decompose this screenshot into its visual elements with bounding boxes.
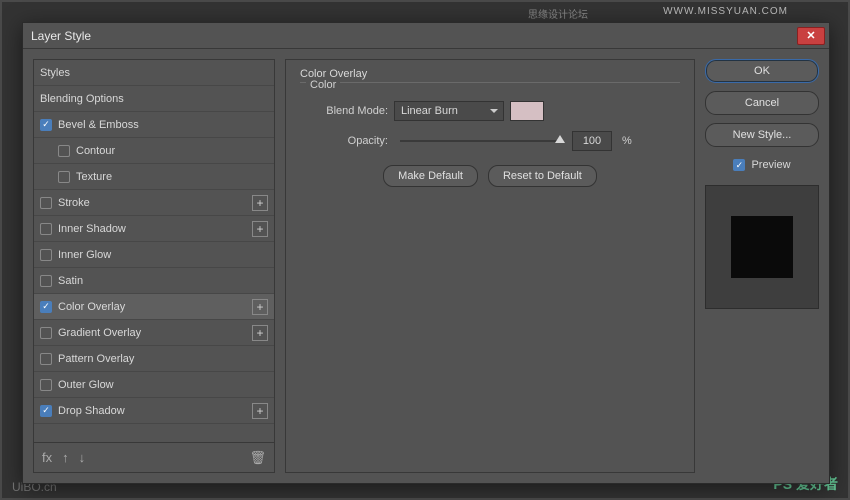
sidebar-item-outer-glow[interactable]: Outer Glow bbox=[34, 372, 274, 398]
opacity-label: Opacity: bbox=[300, 135, 388, 147]
effects-footer: fx ↑ ↓ 🗑 bbox=[34, 442, 274, 472]
sidebar-item-color-overlay[interactable]: Color Overlay + bbox=[34, 294, 274, 320]
dialog-title: Layer Style bbox=[31, 29, 91, 43]
stroke-label: Stroke bbox=[58, 197, 252, 209]
trash-icon[interactable]: 🗑 bbox=[249, 450, 266, 466]
opacity-input[interactable] bbox=[572, 131, 612, 151]
color-swatch[interactable] bbox=[510, 101, 544, 121]
drop-shadow-label: Drop Shadow bbox=[58, 405, 252, 417]
blend-mode-label: Blend Mode: bbox=[300, 105, 388, 117]
preview-canvas bbox=[705, 185, 819, 309]
watermark-top-center: 思缘设计论坛 bbox=[528, 6, 588, 21]
color-group-label: Color bbox=[306, 79, 340, 91]
styles-label: Styles bbox=[40, 67, 268, 79]
stroke-checkbox[interactable] bbox=[40, 197, 52, 209]
cancel-button[interactable]: Cancel bbox=[705, 91, 819, 115]
settings-panel: Color Overlay Color Blend Mode: Linear B… bbox=[285, 59, 695, 473]
preview-toggle[interactable]: Preview bbox=[705, 159, 819, 171]
inner-glow-checkbox[interactable] bbox=[40, 249, 52, 261]
blend-mode-select[interactable]: Linear Burn bbox=[394, 101, 504, 121]
opacity-slider[interactable] bbox=[400, 140, 560, 142]
effects-sidebar: Styles Blending Options Bevel & Emboss C… bbox=[33, 59, 275, 473]
add-drop-shadow-icon[interactable]: + bbox=[252, 403, 268, 419]
move-up-icon[interactable]: ↑ bbox=[62, 450, 69, 465]
drop-shadow-checkbox[interactable] bbox=[40, 405, 52, 417]
satin-label: Satin bbox=[58, 275, 268, 287]
layer-style-dialog: Layer Style ✕ Styles Blending Options Be bbox=[22, 22, 830, 484]
outer-glow-checkbox[interactable] bbox=[40, 379, 52, 391]
sidebar-item-styles[interactable]: Styles bbox=[34, 60, 274, 86]
add-stroke-icon[interactable]: + bbox=[252, 195, 268, 211]
color-overlay-label: Color Overlay bbox=[58, 301, 252, 313]
add-color-overlay-icon[interactable]: + bbox=[252, 299, 268, 315]
add-inner-shadow-icon[interactable]: + bbox=[252, 221, 268, 237]
opacity-unit: % bbox=[622, 135, 632, 147]
sidebar-item-inner-shadow[interactable]: Inner Shadow + bbox=[34, 216, 274, 242]
inner-glow-label: Inner Glow bbox=[58, 249, 268, 261]
watermark-top-right: WWW.MISSYUAN.COM bbox=[663, 6, 788, 17]
reset-default-button[interactable]: Reset to Default bbox=[488, 165, 597, 187]
sidebar-item-drop-shadow[interactable]: Drop Shadow + bbox=[34, 398, 274, 424]
sidebar-item-stroke[interactable]: Stroke + bbox=[34, 190, 274, 216]
contour-label: Contour bbox=[76, 145, 268, 157]
gradient-overlay-checkbox[interactable] bbox=[40, 327, 52, 339]
ok-button[interactable]: OK bbox=[705, 59, 819, 83]
preview-swatch bbox=[731, 216, 793, 278]
close-icon: ✕ bbox=[806, 29, 815, 42]
sidebar-item-gradient-overlay[interactable]: Gradient Overlay + bbox=[34, 320, 274, 346]
new-style-button[interactable]: New Style... bbox=[705, 123, 819, 147]
outer-glow-label: Outer Glow bbox=[58, 379, 268, 391]
fx-menu-icon[interactable]: fx bbox=[42, 450, 52, 465]
pattern-overlay-checkbox[interactable] bbox=[40, 353, 52, 365]
action-panel: OK Cancel New Style... Preview bbox=[705, 59, 819, 473]
sidebar-item-blending-options[interactable]: Blending Options bbox=[34, 86, 274, 112]
blending-options-label: Blending Options bbox=[40, 93, 268, 105]
blend-mode-value: Linear Burn bbox=[401, 105, 458, 117]
bevel-emboss-label: Bevel & Emboss bbox=[58, 119, 268, 131]
texture-label: Texture bbox=[76, 171, 268, 183]
preview-checkbox[interactable] bbox=[733, 159, 745, 171]
sidebar-item-inner-glow[interactable]: Inner Glow bbox=[34, 242, 274, 268]
inner-shadow-checkbox[interactable] bbox=[40, 223, 52, 235]
sidebar-item-bevel-emboss[interactable]: Bevel & Emboss bbox=[34, 112, 274, 138]
sidebar-item-contour[interactable]: Contour bbox=[34, 138, 274, 164]
inner-shadow-label: Inner Shadow bbox=[58, 223, 252, 235]
gradient-overlay-label: Gradient Overlay bbox=[58, 327, 252, 339]
make-default-button[interactable]: Make Default bbox=[383, 165, 478, 187]
move-down-icon[interactable]: ↓ bbox=[79, 450, 86, 465]
bevel-emboss-checkbox[interactable] bbox=[40, 119, 52, 131]
section-title: Color Overlay bbox=[300, 68, 680, 80]
texture-checkbox[interactable] bbox=[58, 171, 70, 183]
satin-checkbox[interactable] bbox=[40, 275, 52, 287]
pattern-overlay-label: Pattern Overlay bbox=[58, 353, 268, 365]
preview-label: Preview bbox=[751, 159, 790, 171]
add-gradient-overlay-icon[interactable]: + bbox=[252, 325, 268, 341]
contour-checkbox[interactable] bbox=[58, 145, 70, 157]
color-overlay-checkbox[interactable] bbox=[40, 301, 52, 313]
sidebar-item-texture[interactable]: Texture bbox=[34, 164, 274, 190]
sidebar-item-pattern-overlay[interactable]: Pattern Overlay bbox=[34, 346, 274, 372]
opacity-slider-thumb[interactable] bbox=[555, 135, 565, 143]
titlebar: Layer Style ✕ bbox=[23, 23, 829, 49]
close-button[interactable]: ✕ bbox=[797, 27, 825, 45]
sidebar-item-satin[interactable]: Satin bbox=[34, 268, 274, 294]
